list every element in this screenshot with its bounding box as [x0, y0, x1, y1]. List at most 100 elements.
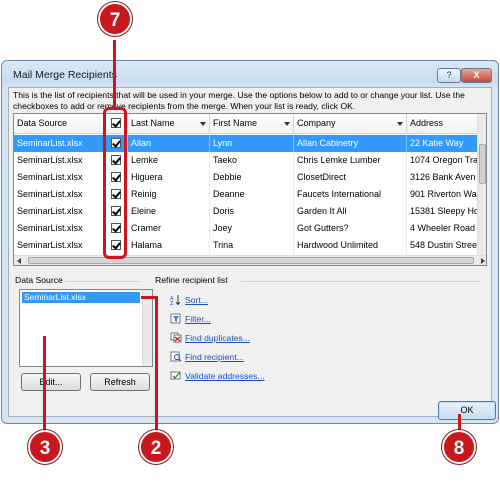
- checkbox-column-highlight: [103, 107, 127, 259]
- cell-data-source: SeminarList.xlsx: [14, 237, 106, 254]
- filter-icon: [170, 313, 181, 324]
- grid-header: Data Source Last Name First Name Company: [14, 114, 479, 134]
- cell-first-name: Trina: [210, 237, 294, 254]
- cell-first-name: Taeko: [210, 152, 294, 169]
- data-source-list[interactable]: SeminarList.xlsx: [19, 289, 153, 367]
- recipient-grid[interactable]: Data Source Last Name First Name Company: [13, 113, 487, 266]
- cell-last-name: Cramer: [128, 220, 210, 237]
- cell-last-name: Reinig: [128, 186, 210, 203]
- table-row[interactable]: SeminarList.xlsx Eleine Doris Garden It All…: [14, 203, 479, 220]
- column-label: Company: [297, 118, 336, 128]
- callout-badge-2: 2: [139, 430, 173, 464]
- data-source-item[interactable]: SeminarList.xlsx: [22, 292, 140, 303]
- column-label: Address: [410, 118, 444, 128]
- cell-address: 15381 Sleepy Ho: [407, 203, 479, 220]
- column-header-data-source[interactable]: Data Source: [14, 114, 106, 134]
- column-label: Last Name: [131, 118, 175, 128]
- dialog-client: This is the list of recipients that will…: [8, 87, 496, 420]
- cell-data-source: SeminarList.xlsx: [14, 220, 106, 237]
- callout-leader-2: [155, 296, 158, 432]
- scroll-thumb[interactable]: [479, 144, 486, 184]
- chevron-down-icon[interactable]: [200, 122, 206, 126]
- cell-last-name: Allan: [128, 135, 210, 152]
- cell-first-name: Debbie: [210, 169, 294, 186]
- column-header-address[interactable]: Address: [407, 114, 479, 134]
- vertical-scrollbar[interactable]: [142, 290, 152, 366]
- cell-last-name: Higuera: [128, 169, 210, 186]
- divider: [241, 281, 481, 282]
- chevron-down-icon[interactable]: [284, 122, 290, 126]
- cell-company: Garden It All: [294, 203, 407, 220]
- column-label: Data Source: [17, 118, 68, 128]
- validate-addresses-link[interactable]: Validate addresses...: [185, 371, 265, 381]
- find-duplicates-link[interactable]: Find duplicates...: [185, 333, 250, 343]
- ok-button[interactable]: OK: [438, 401, 496, 420]
- column-header-company[interactable]: Company: [294, 114, 407, 134]
- cell-company: Faucets International: [294, 186, 407, 203]
- cell-data-source: SeminarList.xlsx: [14, 135, 106, 152]
- cell-company: Hardwood Unlimited: [294, 237, 407, 254]
- horizontal-scrollbar[interactable]: [14, 255, 486, 265]
- filter-link[interactable]: Filter...: [185, 314, 211, 324]
- cell-address: 4 Wheeler Road: [407, 220, 479, 237]
- callout-badge-8: 8: [442, 430, 476, 464]
- cell-company: ClosetDirect: [294, 169, 407, 186]
- sort-link[interactable]: Sort...: [185, 295, 208, 305]
- svg-text:Z: Z: [170, 301, 174, 305]
- cell-first-name: Doris: [210, 203, 294, 220]
- column-header-last-name[interactable]: Last Name: [128, 114, 210, 134]
- refresh-button[interactable]: Refresh: [90, 373, 150, 391]
- cell-address: 901 Riverton Wa: [407, 186, 479, 203]
- cell-data-source: SeminarList.xlsx: [14, 169, 106, 186]
- table-row[interactable]: SeminarList.xlsx Reinig Deanne Faucets Inte…: [14, 186, 479, 203]
- dialog-title: Mail Merge Recipients: [13, 69, 117, 81]
- callout-leader-7: [113, 40, 116, 108]
- callout-badge-3: 3: [28, 430, 62, 464]
- cell-first-name: Deanne: [210, 186, 294, 203]
- data-source-label: Data Source: [15, 275, 63, 285]
- mail-merge-recipients-dialog: Mail Merge Recipients ? X This is the li…: [1, 60, 499, 424]
- sort-icon: A Z: [170, 295, 181, 305]
- callout-leader-3: [43, 336, 46, 434]
- help-button[interactable]: ?: [437, 68, 461, 83]
- callout-leader-2-horizontal: [141, 296, 156, 299]
- cell-data-source: SeminarList.xlsx: [14, 186, 106, 203]
- divider: [65, 281, 139, 282]
- cell-company: Allan Cabinetry: [294, 135, 407, 152]
- chevron-down-icon[interactable]: [397, 122, 403, 126]
- column-header-first-name[interactable]: First Name: [210, 114, 294, 134]
- find-duplicates-icon: [170, 332, 182, 343]
- find-recipient-link[interactable]: Find recipient...: [185, 352, 244, 362]
- vertical-scrollbar[interactable]: [477, 114, 486, 257]
- title-bar: Mail Merge Recipients ? X: [2, 61, 498, 87]
- scroll-thumb[interactable]: [28, 257, 474, 264]
- cell-company: Got Gutters?: [294, 220, 407, 237]
- cell-first-name: Joey: [210, 220, 294, 237]
- cell-last-name: Eleine: [128, 203, 210, 220]
- refine-recipient-list-label: Refine recipient list: [155, 275, 228, 285]
- table-row[interactable]: SeminarList.xlsx Lemke Taeko Chris Lemke Lu…: [14, 152, 479, 169]
- cell-data-source: SeminarList.xlsx: [14, 152, 106, 169]
- cell-address: 22 Katie Way: [407, 135, 479, 152]
- scroll-right-icon[interactable]: [481, 258, 485, 264]
- edit-button[interactable]: Edit...: [21, 373, 81, 391]
- callout-badge-7: 7: [98, 2, 132, 36]
- close-button[interactable]: X: [461, 68, 492, 83]
- scroll-left-icon[interactable]: [17, 258, 21, 264]
- table-row[interactable]: SeminarList.xlsx Allan Lynn Allan Cabinetry…: [14, 135, 479, 152]
- cell-last-name: Lemke: [128, 152, 210, 169]
- find-recipient-icon: [170, 351, 182, 362]
- instructions-text: This is the list of recipients that will…: [13, 90, 465, 111]
- cell-address: 1074 Oregon Tra: [407, 152, 479, 169]
- cell-company: Chris Lemke Lumber: [294, 152, 407, 169]
- column-label: First Name: [213, 118, 258, 128]
- cell-first-name: Lynn: [210, 135, 294, 152]
- cell-address: 548 Dustin Stree: [407, 237, 479, 254]
- table-row[interactable]: SeminarList.xlsx Halama Trina Hardwood Unli…: [14, 237, 479, 254]
- table-row[interactable]: SeminarList.xlsx Cramer Joey Got Gutters? 4 …: [14, 220, 479, 237]
- cell-last-name: Halama: [128, 237, 210, 254]
- validate-addresses-icon: [170, 371, 181, 380]
- cell-address: 3126 Bank Aven: [407, 169, 479, 186]
- cell-data-source: SeminarList.xlsx: [14, 203, 106, 220]
- table-row[interactable]: SeminarList.xlsx Higuera Debbie ClosetDirec…: [14, 169, 479, 186]
